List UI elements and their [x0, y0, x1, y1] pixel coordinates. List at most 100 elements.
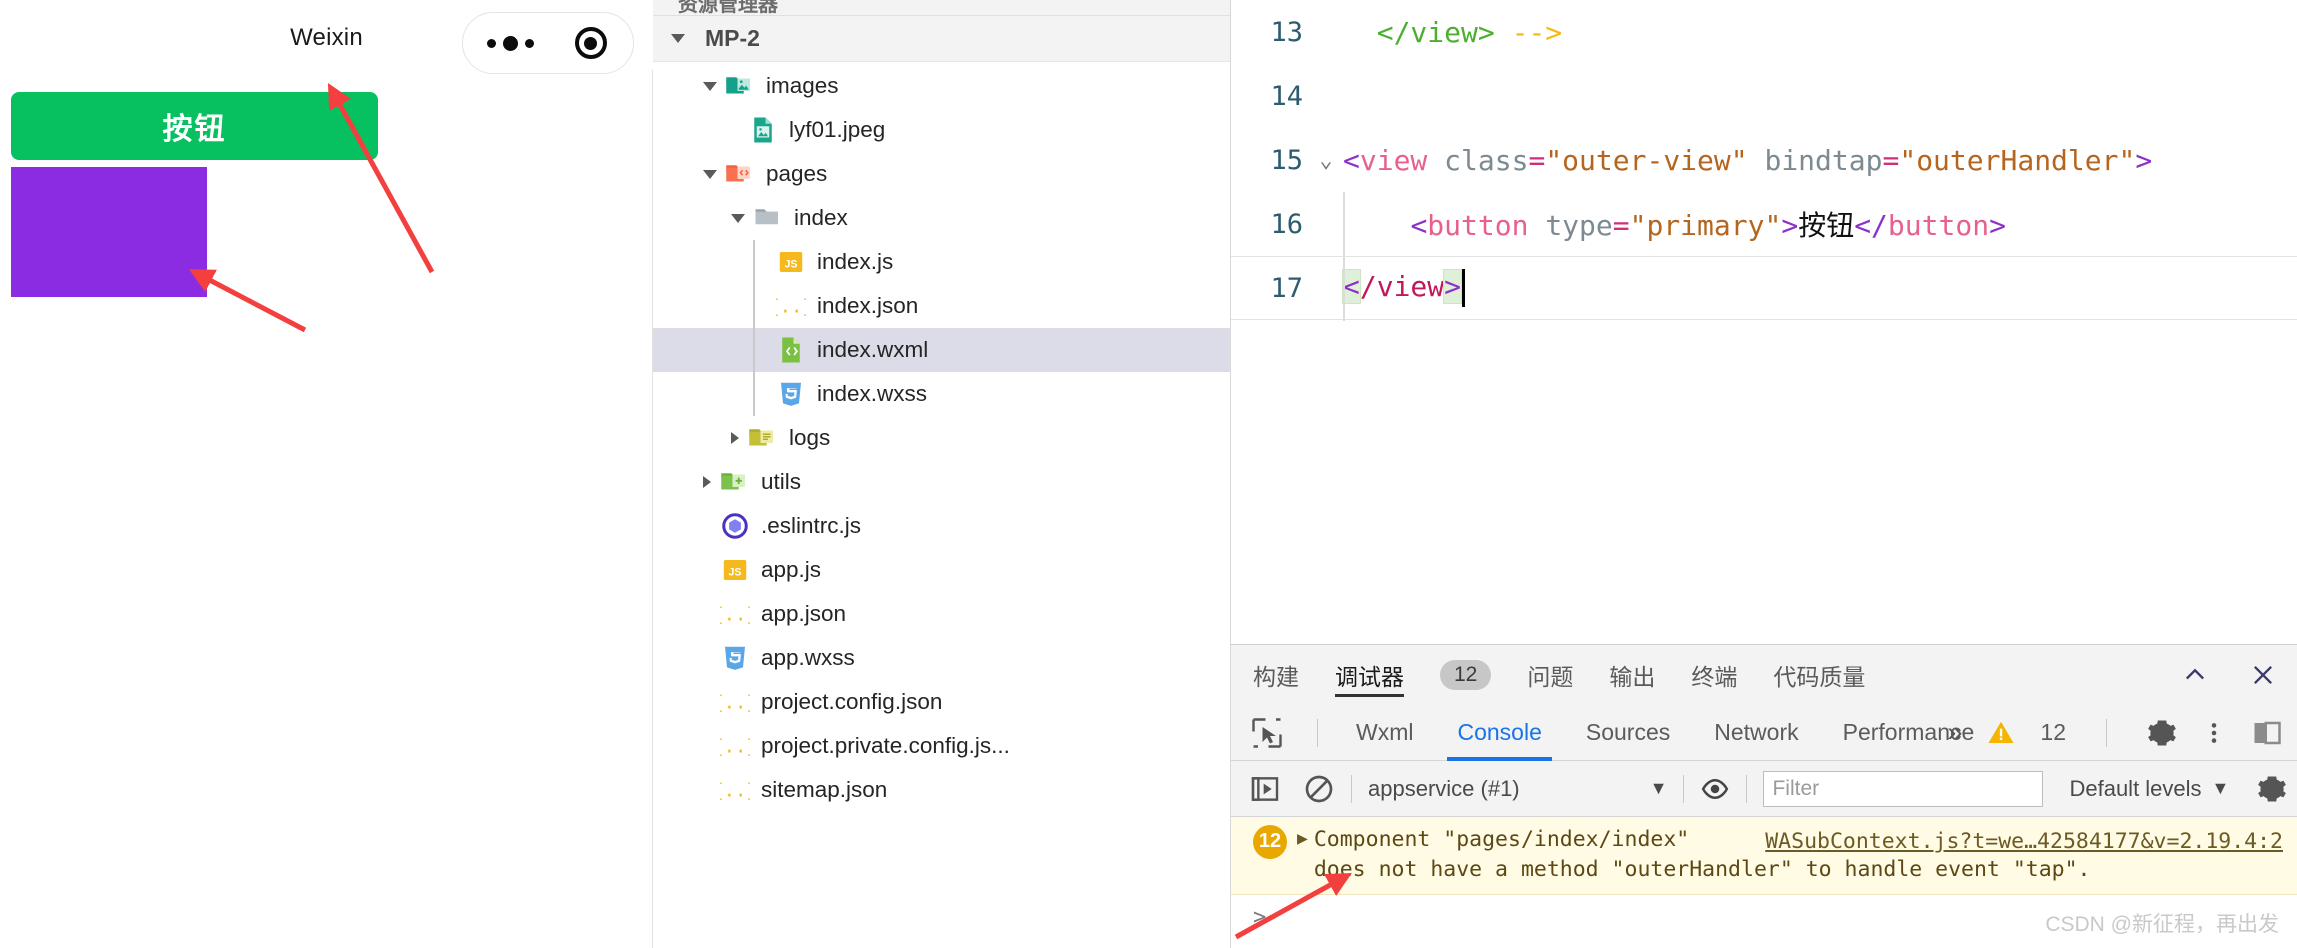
code-line[interactable]: 14	[1231, 64, 2297, 128]
editor-column: 13 </view> --> 14 15 ⌄ <view class="outer-vi…	[1231, 0, 2297, 948]
folder-logs-icon	[748, 423, 778, 453]
file-tree-item-app-wxss[interactable]: app.wxss	[653, 636, 1230, 680]
file-tree-item-logs[interactable]: logs	[653, 416, 1230, 460]
weixin-capsule[interactable]	[462, 12, 634, 74]
clear-console-icon[interactable]	[1303, 773, 1335, 805]
chevron-down-icon: ▼	[2211, 778, 2230, 798]
console-levels-select[interactable]: Default levels ▼	[2069, 776, 2229, 802]
svg-text:{..}: {..}	[720, 736, 750, 757]
console-toolbar: appservice (#1) ▼ Default levels ▼	[1231, 761, 2297, 817]
file-tree-item-index-json[interactable]: {..} index.json	[653, 284, 1230, 328]
json-file-icon: {..}	[768, 291, 813, 321]
project-root-label: MP-2	[705, 25, 760, 51]
code-line[interactable]: 13 </view> -->	[1231, 0, 2297, 64]
file-tree-item-project-config-json[interactable]: {..} project.config.json	[653, 680, 1230, 724]
file-tree-item--eslintrc-js[interactable]: .eslintrc.js	[653, 504, 1230, 548]
file-tree-item-images[interactable]: images	[653, 64, 1230, 108]
explorer-header: 资源管理器	[653, 0, 1230, 16]
chevron-right-icon[interactable]	[731, 432, 739, 444]
console-context-value: appservice (#1)	[1368, 775, 1520, 801]
folder-utils-icon	[720, 467, 750, 497]
close-icon[interactable]	[2249, 661, 2277, 689]
panel-tab-5[interactable]: 代码质量	[1773, 645, 1865, 705]
file-tree-item-app-js[interactable]: JS app.js	[653, 548, 1230, 592]
eslint-file-icon	[720, 511, 750, 541]
svg-text:{..}: {..}	[720, 692, 750, 713]
more-tabs-icon[interactable]: »	[1947, 717, 1962, 748]
chevron-down-icon[interactable]	[671, 34, 685, 43]
file-tree-item-label: index.wxss	[817, 381, 928, 406]
inspector-tab-console[interactable]: Console	[1447, 705, 1553, 761]
json-file-icon: {..}	[712, 599, 757, 629]
divider	[1746, 774, 1748, 803]
console-settings-icon[interactable]	[2257, 774, 2287, 804]
file-tree-item-lyf01-jpeg[interactable]: lyf01.jpeg	[653, 108, 1230, 152]
file-tree-item-app-json[interactable]: {..} app.json	[653, 592, 1230, 636]
svg-text:{..}: {..}	[720, 604, 750, 625]
file-tree-item-index-js[interactable]: JS index.js	[653, 240, 1230, 284]
project-root-row[interactable]: MP-2	[653, 16, 1230, 62]
file-tree-item-sitemap-json[interactable]: {..} sitemap.json	[653, 768, 1230, 812]
execute-step-icon[interactable]	[1249, 773, 1281, 805]
message-repeat-count: 12	[1253, 825, 1287, 859]
console-message-row[interactable]: 12 ▶ Component "pages/index/index" does n…	[1231, 817, 2297, 896]
file-tree-list: images lyf01.jpeg pages index JS index.js {..}…	[653, 62, 1230, 812]
code-line[interactable]: 16 <button type="primary">按钮</button>	[1231, 192, 2297, 256]
warning-count: 12	[2040, 719, 2066, 745]
expand-arrow-icon[interactable]: ▶	[1297, 827, 1308, 852]
console-message-source-link[interactable]: WASubContext.js?t=we…42584177&v=2.19.4:2	[1765, 827, 2283, 857]
file-tree-item-label: logs	[789, 425, 831, 450]
panel-tab-2[interactable]: 问题	[1527, 645, 1573, 705]
panel-tab-3[interactable]: 输出	[1609, 645, 1655, 705]
primary-button[interactable]: 按钮	[11, 92, 378, 160]
live-expression-icon[interactable]	[1700, 774, 1730, 804]
inspector-tab-network[interactable]: Network	[1714, 705, 1798, 761]
more-dots-icon[interactable]	[487, 35, 535, 51]
code-line[interactable]: 15 ⌄ <view class="outer-view" bindtap="out…	[1231, 128, 2297, 192]
line-number: 13	[1270, 16, 1303, 48]
simulator-navbar: Weixin	[0, 0, 653, 74]
indent-guide	[1343, 192, 1345, 256]
file-tree-item-pages[interactable]: pages	[653, 152, 1230, 196]
inspect-element-icon[interactable]	[1249, 715, 1285, 751]
chevron-down-icon: ▼	[1649, 778, 1668, 798]
inspector-tab-sources[interactable]: Sources	[1586, 705, 1670, 761]
panel-tab-4[interactable]: 终端	[1691, 645, 1737, 705]
chevron-down-icon[interactable]	[703, 169, 717, 179]
line-number: 16	[1270, 208, 1303, 240]
wxss-file-icon	[776, 379, 806, 409]
console-context-select[interactable]: appservice (#1) ▼	[1368, 776, 1667, 802]
chevron-down-icon[interactable]	[731, 213, 745, 223]
chevron-right-icon[interactable]	[703, 476, 711, 488]
inspector-tabbar: Wxml Console Sources Network Performance » 1…	[1231, 705, 2297, 761]
target-circle-icon[interactable]	[574, 27, 607, 59]
chevron-down-icon[interactable]: ⌄	[1309, 148, 1343, 173]
file-tree-item-label: lyf01.jpeg	[789, 117, 886, 142]
file-tree-item-index-wxml[interactable]: index.wxml	[653, 328, 1230, 372]
file-tree-item-index[interactable]: index	[653, 196, 1230, 240]
code-line[interactable]: 17 </view>	[1231, 256, 2297, 321]
code-editor[interactable]: 13 </view> --> 14 15 ⌄ <view class="outer-vi…	[1231, 0, 2297, 644]
dock-panel-icon[interactable]	[2251, 718, 2283, 748]
collapse-icon[interactable]	[2181, 661, 2209, 689]
outer-view-block[interactable]	[11, 167, 207, 297]
code-text: </view> -->	[1376, 15, 1563, 49]
file-tree-item-label: app.wxss	[761, 645, 855, 670]
watermark: CSDN @新征程，再出发	[2045, 913, 2279, 936]
file-tree-item-index-wxss[interactable]: index.wxss	[653, 372, 1230, 416]
file-tree-item-utils[interactable]: utils	[653, 460, 1230, 504]
panel-tab-0[interactable]: 构建	[1253, 645, 1299, 705]
console-toolbar-right	[2257, 774, 2287, 804]
divider	[1351, 774, 1352, 803]
console-filter-input[interactable]	[1763, 770, 2044, 807]
gear-icon[interactable]	[2147, 718, 2177, 748]
file-explorer-panel: 资源管理器 MP-2 images lyf01.jpeg pages index JS i…	[653, 0, 1231, 948]
inspector-tabs: Wxml Console Sources Network Performance	[1334, 705, 1996, 761]
file-tree-item-project-private-config-js-[interactable]: {..} project.private.config.js...	[653, 724, 1230, 768]
file-tree-item-label: images	[766, 73, 839, 98]
more-vertical-icon[interactable]	[2201, 718, 2227, 748]
console-output: 12 ▶ Component "pages/index/index" does n…	[1231, 817, 2297, 948]
chevron-down-icon[interactable]	[703, 81, 717, 91]
inspector-tab-wxml[interactable]: Wxml	[1356, 705, 1413, 761]
panel-tab-1[interactable]: 调试器	[1335, 645, 1404, 705]
